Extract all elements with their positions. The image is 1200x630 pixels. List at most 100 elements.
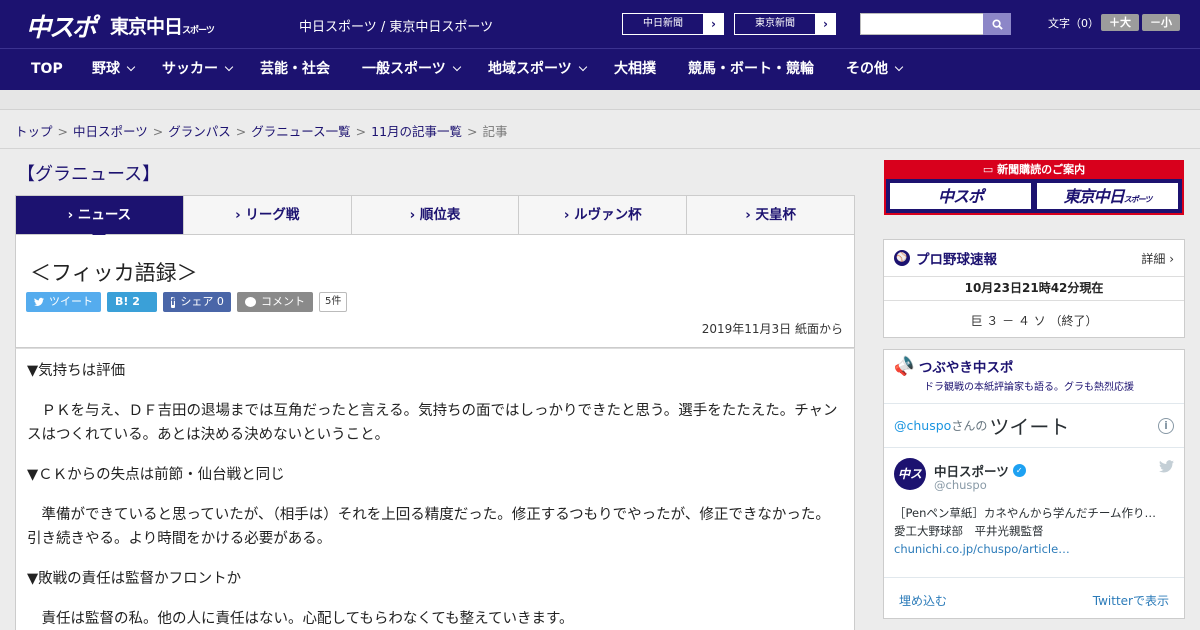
font-larger-button[interactable]: ＋大 [1101,14,1139,31]
baseball-icon: ⚾ [894,250,910,266]
tokyo-logo-small: スポーツ [182,26,215,36]
avatar[interactable]: 中ス [894,458,926,490]
tweets-box: 📢 つぶやき中スポ ドラ観戦の本紙評論家も語る。グラも熱烈応援 @chuspo … [883,349,1185,619]
breadcrumb-link-news-list[interactable]: グラニュース一覧 [251,124,350,139]
nav-item-soccer[interactable]: サッカー [162,49,234,91]
divider [0,148,1200,149]
nav-item-general-sports[interactable]: 一般スポーツ [362,49,461,91]
nav-item-baseball[interactable]: 野球 [92,49,136,91]
baseball-more-link[interactable]: 詳細 › [1141,250,1174,267]
newspaper-icon: ▭ [982,163,998,176]
nav-item-label: 芸能・社会 [260,61,330,77]
chevron-down-icon [224,62,234,72]
article-title: ＜フィッカ語録＞ [30,261,198,285]
nav-item-racing[interactable]: 競馬・ボート・競輪 [688,49,814,91]
subscription-banner[interactable]: ▭ 新聞購読のご案内 中スポ 東京中日スポーツ [884,160,1184,215]
tweets-box-head: 📢 つぶやき中スポ ドラ観戦の本紙評論家も語る。グラも熱烈応援 [884,350,1184,393]
question-heading: ▼敗戦の責任は監督かフロントか [27,571,242,587]
facebook-share-button[interactable]: f シェア 0 [163,292,231,312]
nav-item-entertainment[interactable]: 芸能・社会 [260,49,330,91]
chevron-down-icon [578,62,587,72]
baseball-updated-time: 10月23日21時42分現在 [884,276,1184,300]
search-icon [991,18,1003,30]
tweet-label: ツイート [49,295,93,308]
chevron-down-icon [894,62,904,72]
breadcrumb: トップ > 中日スポーツ > グランパス > グラニュース一覧 >11月の記事一覧 > 記事 [15,121,508,140]
nav-item-sumo[interactable]: 大相撲 [614,49,656,91]
breadcrumb-link-top[interactable]: トップ [15,124,53,139]
twitter-widget-san: さんの [951,419,988,433]
twitter-bird-icon [34,297,44,306]
nav-item-label: 競馬・ボート・競輪 [688,61,814,77]
baseball-score[interactable]: 巨 ３ － ４ ソ （終了） [884,300,1184,338]
tweet-account-handle[interactable]: @chuspo [934,478,987,492]
answer-paragraph: 責任は監督の私。他の人に責任はない。心配してもらわなくても整えていきます。 [41,611,574,627]
grampus-tabs: › ニュース › リーグ戦 › 順位表 › ルヴァン杯 › 天皇杯 [15,195,855,241]
breadcrumb-separator: > [467,124,478,139]
verified-badge-icon: ✓ [1012,464,1026,477]
twitter-widget-handle[interactable]: @chuspo [894,418,951,433]
chevron-down-icon [452,62,461,72]
breadcrumb-link-november[interactable]: 11月の記事一覧 [371,124,462,139]
nav-item-other[interactable]: その他 [846,49,904,91]
tweets-title-row: 📢 つぶやき中スポ [890,352,1174,380]
question-heading: ▼ＣＫからの失点は前節・仙台戦と同じ [27,467,285,483]
breadcrumb-link-chuspo[interactable]: 中日スポーツ [73,124,148,139]
nav-item-top[interactable]: TOP [31,49,63,91]
breadcrumb-link-grampus[interactable]: グランパス [168,124,231,139]
nav-item-regional-sports[interactable]: 地域スポーツ [488,49,587,91]
search-input[interactable] [860,13,984,35]
subscription-title: ▭ 新聞購読のご案内 [886,160,1182,179]
article-header: ＜フィッカ語録＞ ツイート B! 2 f シェア 0 コメント 5件 2019年… [15,235,855,348]
tweet-link[interactable]: chunichi.co.jp/chuspo/article… [894,540,1164,558]
tokyo-shimbun-label: 東京新聞 [735,14,816,34]
twitter-widget-header: @chuspo さんの ツイート i [884,404,1184,448]
tab-league[interactable]: › リーグ戦 [184,196,352,234]
embed-link[interactable]: 埋め込む [899,592,947,609]
font-smaller-button[interactable]: －小 [1142,14,1180,31]
baseball-scores-box: ⚾ プロ野球速報 詳細 › 10月23日21時42分現在 巨 ３ － ４ ソ （… [883,239,1185,338]
facebook-icon: f [171,296,176,308]
tab-news[interactable]: › ニュース [16,196,184,241]
megaphone-icon: 📢 [890,352,918,380]
search-button[interactable] [983,13,1011,35]
tweet-item[interactable]: 中ス 中日スポーツ ✓ @chuspo ［Penペン草紙］カネやんから学んだチーム… [884,448,1184,578]
comment-button[interactable]: コメント [237,292,313,312]
breadcrumb-separator: > [57,124,68,139]
chunichi-shimbun-link[interactable]: 中日新聞 › [622,13,724,35]
tokyo-chunichi-logo[interactable]: 東京中日スポーツ [110,12,215,39]
hatena-bookmark-button[interactable]: B! 2 [107,292,157,312]
twitter-widget-footer: 埋め込む Twitterで表示 [884,578,1184,622]
twitter-bird-icon[interactable] [1159,460,1174,477]
breadcrumb-current: 記事 [482,124,508,139]
tokyo-logo-main: 東京中日 [110,16,183,38]
tokyo-shimbun-link[interactable]: 東京新聞 › [734,13,836,35]
tab-standings[interactable]: › 順位表 [352,196,520,234]
subscription-tokyo-logo-main: 東京中日 [1063,187,1125,206]
info-icon[interactable]: i [1158,417,1174,434]
comment-count[interactable]: 5件 [319,292,348,312]
tab-levain-cup[interactable]: › ルヴァン杯 [519,196,688,234]
tweet-button[interactable]: ツイート [26,292,101,312]
subscription-title-text: 新聞購読のご案内 [997,163,1086,176]
sub-nav-bar [0,90,1200,110]
nav-item-label: 野球 [92,61,120,77]
tweets-box-title: つぶやき中スポ [918,360,1014,376]
baseball-box-title: プロ野球速報 [916,252,997,268]
chuspo-logo[interactable]: 中スポ [26,8,97,44]
hatena-label: B! 2 [115,295,140,308]
comment-label: コメント [261,295,305,308]
article-body: ▼気持ちは評価 ＰＫを与え、ＤＦ吉田の退場までは互角だったと言える。気持ちの面で… [15,348,855,630]
breadcrumb-separator: > [152,124,164,139]
nav-item-label: 一般スポーツ [362,61,446,77]
breadcrumb-separator: > [355,124,367,139]
tweets-box-subtitle: ドラ観戦の本紙評論家も語る。グラも熱烈応援 [924,382,1134,393]
view-on-twitter-link[interactable]: Twitterで表示 [1093,592,1169,609]
main-nav: TOP 野球 サッカー 芸能・社会 一般スポーツ 地域スポーツ 大相撲 競馬・ボ… [0,48,1200,90]
subscription-chuspo-logo[interactable]: 中スポ [889,182,1032,210]
chevron-right-icon: › [704,14,723,34]
tab-emperors-cup[interactable]: › 天皇杯 [687,196,854,234]
font-size-label: 文字（0） [1048,17,1099,30]
twitter-widget-label: ツイート [989,415,1070,439]
subscription-tokyo-logo[interactable]: 東京中日スポーツ [1036,182,1179,210]
